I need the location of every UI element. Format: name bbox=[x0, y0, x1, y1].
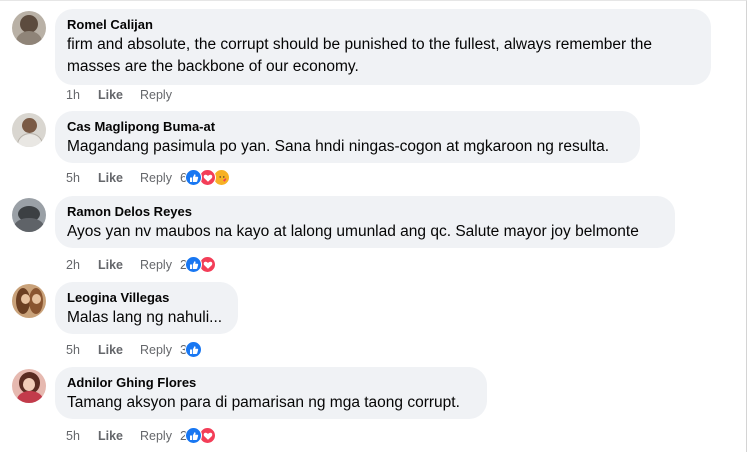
commenter-name[interactable]: Ramon Delos Reyes bbox=[67, 203, 663, 221]
comment-text-line: Ayos yan nv maubos na kayo at lalong umu… bbox=[67, 223, 639, 240]
commenter-name[interactable]: Cas Maglipong Buma-at bbox=[67, 118, 628, 136]
avatar[interactable] bbox=[12, 284, 46, 318]
comment-actions: 1h Like Reply bbox=[66, 87, 180, 103]
reply-button[interactable]: Reply bbox=[140, 342, 180, 358]
like-button[interactable]: Like bbox=[98, 87, 140, 103]
comment-time[interactable]: 5h bbox=[66, 170, 96, 186]
comment-time[interactable]: 5h bbox=[66, 428, 96, 444]
comment-bubble: Romel Calijan firm and absolute, the cor… bbox=[55, 9, 711, 85]
reaction-summary[interactable]: 2 bbox=[180, 427, 217, 444]
like-icon bbox=[185, 427, 203, 444]
reaction-summary[interactable]: 2 bbox=[180, 256, 217, 273]
like-button[interactable]: Like bbox=[98, 257, 140, 273]
reply-button[interactable]: Reply bbox=[140, 170, 180, 186]
like-icon bbox=[185, 341, 203, 358]
comment-text-line: Malas lang ng nahuli... bbox=[67, 309, 223, 326]
avatar[interactable] bbox=[12, 113, 46, 147]
comments-panel: Romel Calijan firm and absolute, the cor… bbox=[0, 0, 747, 452]
comment-time[interactable]: 1h bbox=[66, 87, 96, 103]
reply-button[interactable]: Reply bbox=[140, 87, 180, 103]
like-icon bbox=[185, 256, 203, 273]
comment-actions: 2h Like Reply 2 bbox=[66, 256, 217, 273]
comment-actions: 5h Like Reply 2 bbox=[66, 427, 217, 444]
like-button[interactable]: Like bbox=[98, 428, 140, 444]
avatar[interactable] bbox=[12, 198, 46, 232]
commenter-name[interactable]: Adnilor Ghing Flores bbox=[67, 374, 475, 392]
reaction-summary[interactable]: 3 bbox=[180, 341, 203, 358]
comment-bubble: Adnilor Ghing Flores Tamang aksyon para … bbox=[55, 367, 487, 419]
comment-text-line: Tamang aksyon para di pamarisan ng mga t… bbox=[67, 394, 460, 411]
like-button[interactable]: Like bbox=[98, 170, 140, 186]
comment-bubble: Ramon Delos Reyes Ayos yan nv maubos na … bbox=[55, 196, 675, 248]
avatar[interactable] bbox=[12, 369, 46, 403]
reply-button[interactable]: Reply bbox=[140, 257, 180, 273]
comment-time[interactable]: 2h bbox=[66, 257, 96, 273]
avatar[interactable] bbox=[12, 11, 46, 45]
like-icon bbox=[185, 169, 203, 186]
comment-bubble: Cas Maglipong Buma-at Magandang pasimula… bbox=[55, 111, 640, 163]
comment-bubble: Leogina Villegas Malas lang ng nahuli... bbox=[55, 282, 238, 334]
commenter-name[interactable]: Leogina Villegas bbox=[67, 289, 226, 307]
comment-text-line: firm and absolute, the corrupt should be… bbox=[67, 36, 653, 53]
comment-time[interactable]: 5h bbox=[66, 342, 96, 358]
comment-text-line: Magandang pasimula po yan. Sana hndi nin… bbox=[67, 138, 610, 155]
commenter-name[interactable]: Romel Calijan bbox=[67, 16, 699, 34]
comment-actions: 5h Like Reply 6 bbox=[66, 169, 231, 186]
like-button[interactable]: Like bbox=[98, 342, 140, 358]
comment-text-line: masses are the backbone of our economy. bbox=[67, 58, 359, 75]
reply-button[interactable]: Reply bbox=[140, 428, 180, 444]
comment-actions: 5h Like Reply 3 bbox=[66, 341, 203, 358]
reaction-summary[interactable]: 6 bbox=[180, 169, 231, 186]
